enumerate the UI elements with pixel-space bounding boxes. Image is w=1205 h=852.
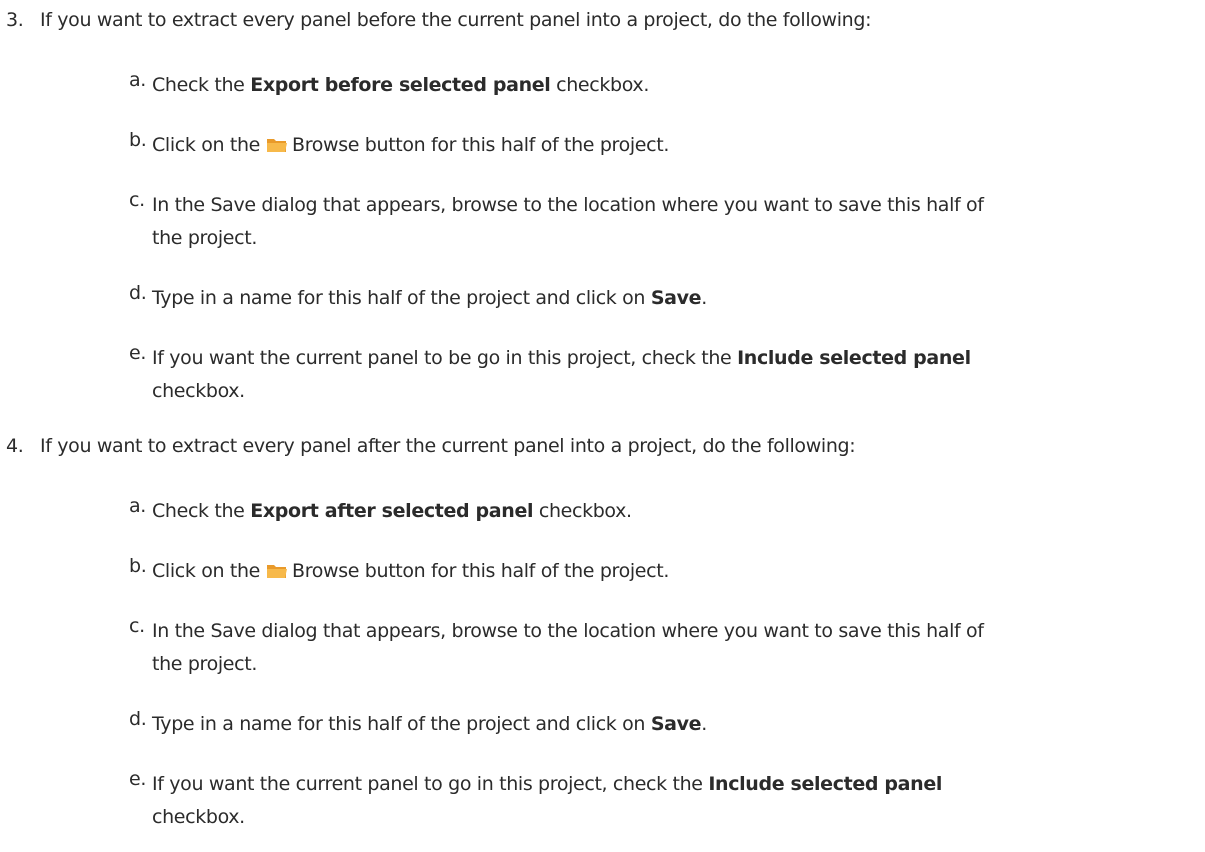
substep-text: Check the Export after selected panel ch… [152,500,632,522]
checkbox-name: Include selected panel [708,773,943,795]
substep-letter: d. [129,708,147,730]
folder-icon [267,139,288,152]
substep-letter: e. [129,768,147,790]
substep-text: Click on the Browse button for this half … [152,560,670,582]
substep-text: Click on the Browse button for this half … [152,134,670,156]
folder-icon [267,565,288,578]
substep-letter: b. [129,555,147,577]
checkbox-name: Export before selected panel [250,74,551,96]
instructions-document: 3. If you want to extract every panel be… [0,0,1205,852]
substep-letter: c. [129,615,145,637]
step-text: If you want to extract every panel after… [40,435,856,457]
checkbox-name: Include selected panel [737,347,971,369]
substep-letter: a. [129,495,146,517]
substep-letter: a. [129,69,146,91]
substep-text: In the Save dialog that appears, browse … [152,194,984,249]
substep-letter: d. [129,282,147,304]
step-number: 3. [6,9,24,31]
button-name: Save [650,287,702,309]
button-name: Save [650,713,702,735]
substep-letter: b. [129,129,147,151]
step-number: 4. [6,435,24,457]
substep-text: In the Save dialog that appears, browse … [152,620,984,675]
substep-letter: c. [129,189,145,211]
substep-text: If you want the current panel to go in t… [152,773,943,828]
substep-text: Type in a name for this half of the proj… [152,287,707,309]
substep-text: If you want the current panel to be go i… [152,347,971,402]
step-text: If you want to extract every panel befor… [40,9,872,31]
substep-letter: e. [129,342,147,364]
substep-text: Type in a name for this half of the proj… [152,713,707,735]
checkbox-name: Export after selected panel [250,500,534,522]
substep-text: Check the Export before selected panel c… [152,74,650,96]
